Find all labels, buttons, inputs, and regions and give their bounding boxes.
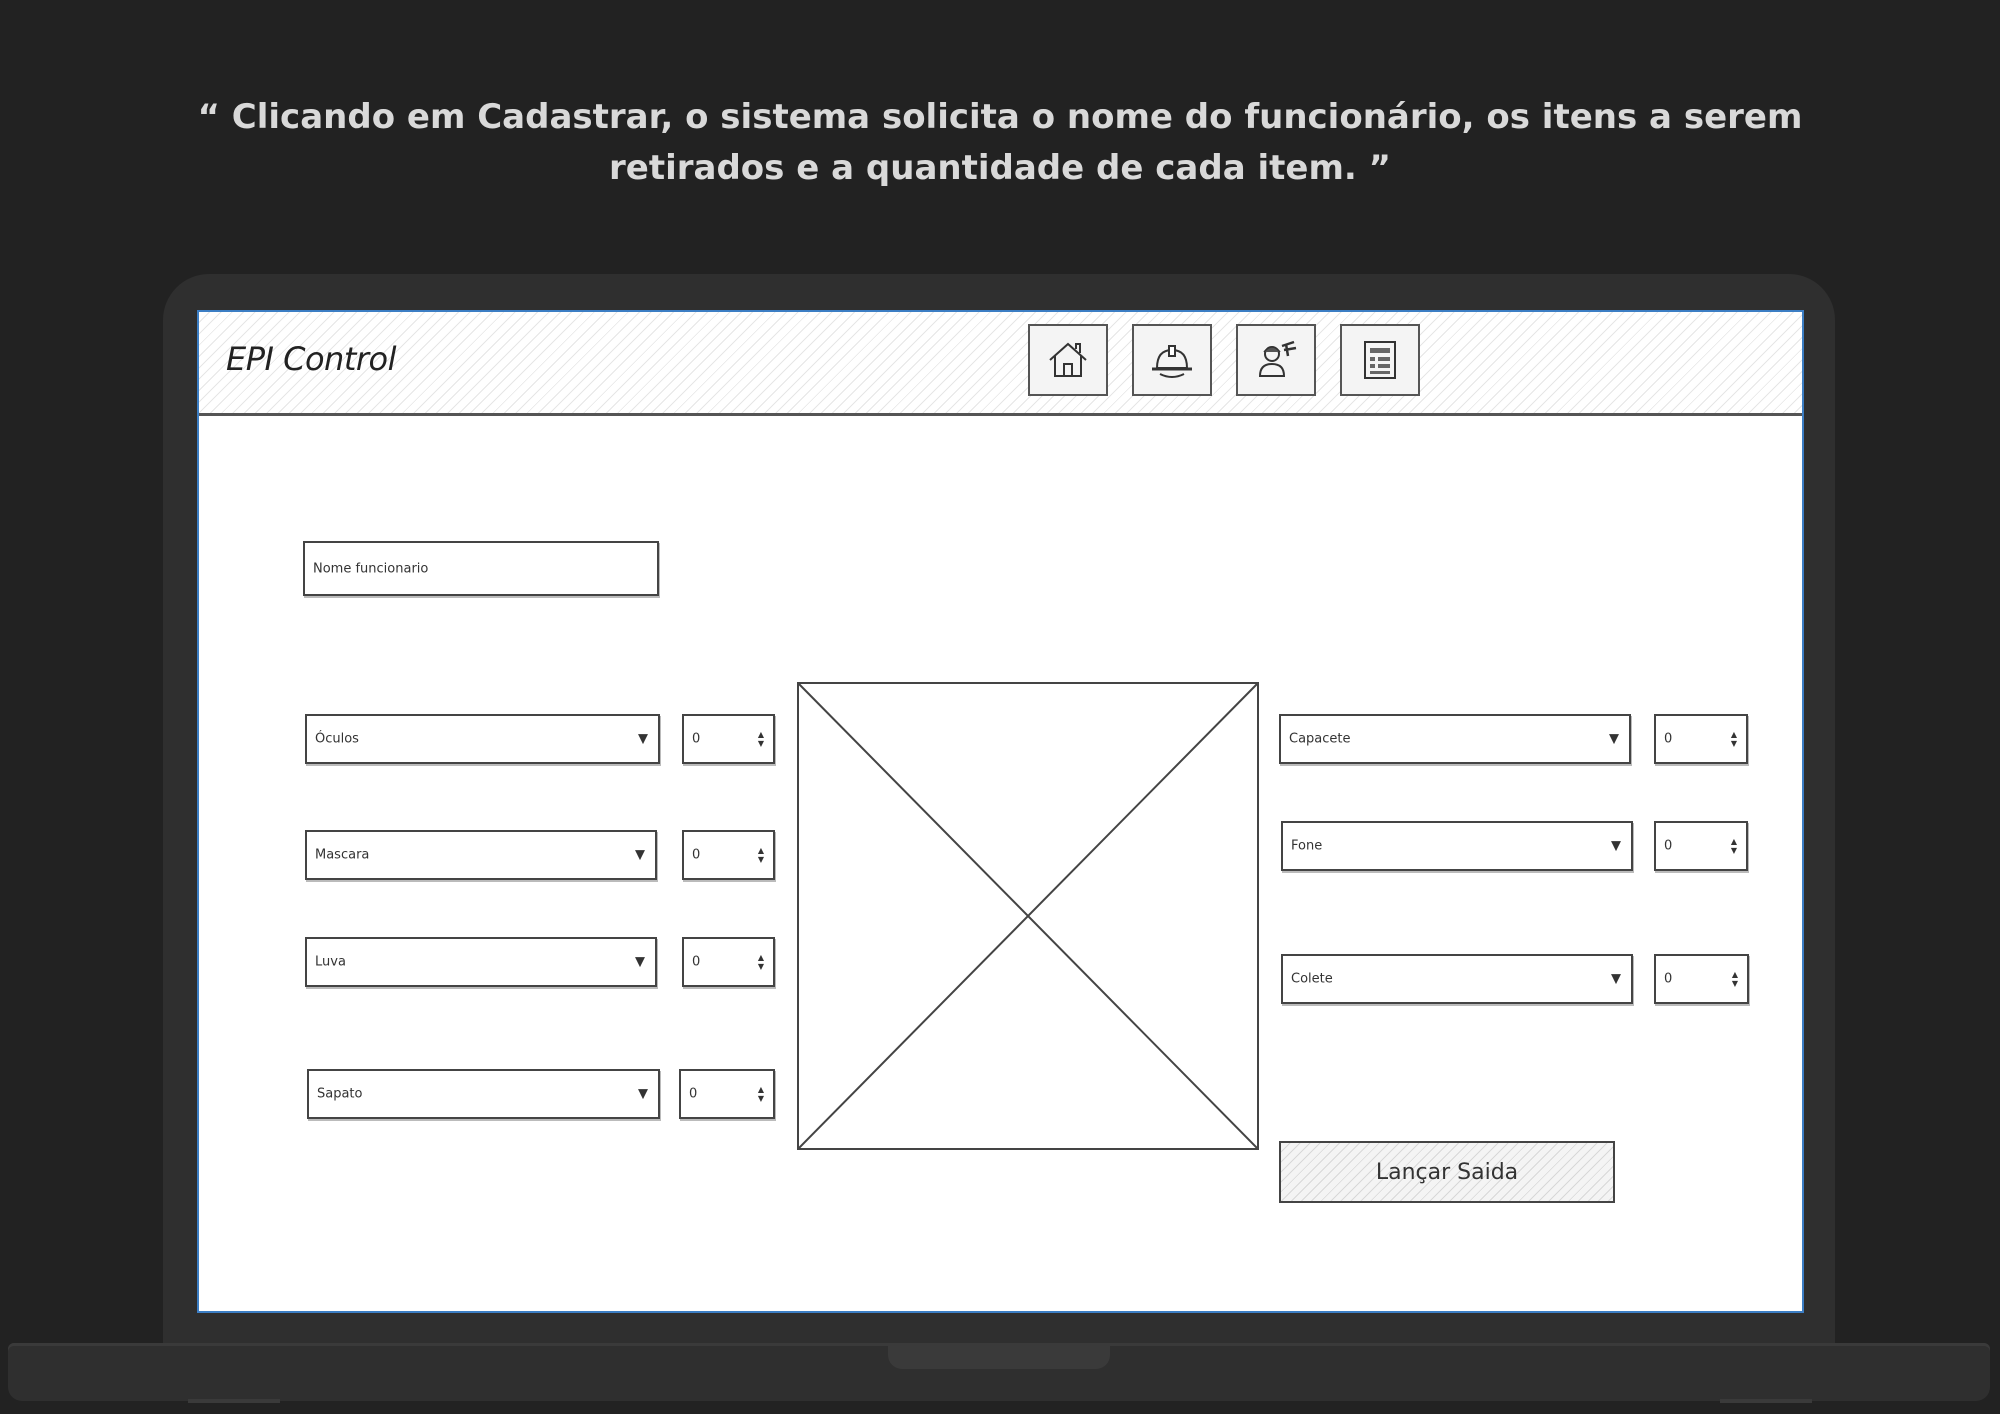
select-luva[interactable]: Luva ▼	[305, 937, 657, 987]
select-oculos[interactable]: Óculos ▼	[305, 714, 660, 764]
select-value: Óculos	[315, 731, 359, 747]
select-mascara[interactable]: Mascara ▼	[305, 830, 657, 880]
quantity-stepper-mascara[interactable]: 0 ▲ ▼	[682, 830, 775, 880]
app-title: EPI Control	[226, 340, 397, 378]
chevron-down-icon: ▼	[1609, 731, 1619, 747]
laptop-notch	[888, 1343, 1110, 1369]
quantity-value: 0	[692, 847, 701, 863]
home-icon	[1049, 342, 1087, 377]
report-icon	[1364, 341, 1396, 379]
employee-name-field[interactable]: Nome funcionario	[303, 541, 659, 596]
chevron-down-icon: ▼	[1611, 971, 1621, 987]
quantity-value: 0	[692, 731, 701, 747]
spinner-arrows-icon: ▲ ▼	[757, 846, 764, 864]
quantity-stepper-oculos[interactable]: 0 ▲ ▼	[682, 714, 775, 764]
quantity-value: 0	[1664, 731, 1673, 747]
chevron-down-icon: ▼	[638, 1086, 648, 1102]
worker-icon	[1258, 340, 1297, 377]
helmet-icon	[1152, 345, 1192, 378]
laptop-foot-left	[188, 1399, 280, 1403]
caption-text: “ Clicando em Cadastrar, o sistema solic…	[197, 97, 1803, 188]
app-header: EPI Control	[199, 312, 1802, 416]
select-value: Colete	[1291, 971, 1333, 987]
quantity-value: 0	[1664, 838, 1673, 854]
quantity-stepper-capacete[interactable]: 0 ▲ ▼	[1654, 714, 1748, 764]
select-value: Mascara	[315, 847, 370, 863]
quantity-stepper-colete[interactable]: 0 ▲ ▼	[1654, 954, 1749, 1004]
spinner-arrows-icon: ▲ ▼	[1731, 970, 1738, 988]
select-value: Capacete	[1289, 731, 1351, 747]
chevron-down-icon: ▼	[1611, 838, 1621, 854]
employee-name-placeholder: Nome funcionario	[313, 561, 429, 576]
nav-report-button[interactable]	[1340, 324, 1420, 396]
laptop-foot-right	[1720, 1399, 1812, 1403]
chevron-down-icon: ▼	[638, 731, 648, 747]
quantity-stepper-fone[interactable]: 0 ▲ ▼	[1654, 821, 1748, 871]
spinner-arrows-icon: ▲ ▼	[757, 730, 764, 748]
quantity-stepper-luva[interactable]: 0 ▲ ▼	[682, 937, 775, 987]
select-colete[interactable]: Colete ▼	[1281, 954, 1633, 1004]
app-screen: EPI Control Nome funcionario Óculos ▼ 0 …	[197, 310, 1804, 1313]
nav-home-button[interactable]	[1028, 324, 1108, 396]
select-sapato[interactable]: Sapato ▼	[307, 1069, 660, 1119]
quantity-value: 0	[692, 954, 701, 970]
chevron-down-icon: ▼	[635, 954, 645, 970]
select-capacete[interactable]: Capacete ▼	[1279, 714, 1631, 764]
quantity-value: 0	[1664, 971, 1673, 987]
quantity-stepper-sapato[interactable]: 0 ▲ ▼	[679, 1069, 775, 1119]
spinner-arrows-icon: ▲ ▼	[757, 1085, 764, 1103]
spinner-arrows-icon: ▲ ▼	[757, 953, 764, 971]
launch-exit-button[interactable]: Lançar Saida	[1279, 1141, 1615, 1203]
nav-employee-button[interactable]	[1236, 324, 1316, 396]
spinner-arrows-icon: ▲ ▼	[1730, 837, 1737, 855]
select-fone[interactable]: Fone ▼	[1281, 821, 1633, 871]
chevron-down-icon: ▼	[635, 847, 645, 863]
nav-epi-button[interactable]	[1132, 324, 1212, 396]
select-value: Luva	[315, 954, 346, 970]
image-placeholder	[797, 682, 1259, 1150]
select-value: Fone	[1291, 838, 1323, 854]
select-value: Sapato	[317, 1086, 363, 1102]
spinner-arrows-icon: ▲ ▼	[1730, 730, 1737, 748]
quantity-value: 0	[689, 1086, 698, 1102]
